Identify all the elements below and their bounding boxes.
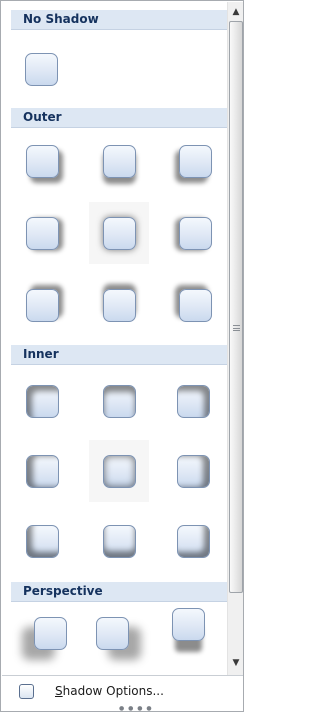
shadow-preview-tile: [177, 385, 210, 418]
shadow-preset-outer-5[interactable]: [89, 202, 149, 264]
shadow-preview-tile: [25, 53, 58, 86]
shadow-options-menu-item[interactable]: Shadow Options...: [55, 683, 164, 699]
shadow-preview-tile: [26, 145, 59, 178]
shadow-preset-outer-3[interactable]: [162, 132, 222, 194]
shadow-preview-tile: [179, 145, 212, 178]
resize-grip-icon[interactable]: ● ● ● ●: [119, 706, 153, 712]
shadow-options-mnemonic: S: [55, 684, 63, 698]
shadow-preset-outer-4[interactable]: [11, 202, 71, 264]
shadow-preview-tile: [26, 525, 59, 558]
shadow-preset-inner-9[interactable]: [162, 510, 222, 572]
shadow-preset-inner-6[interactable]: [162, 440, 222, 502]
shadow-preset-outer-1[interactable]: [11, 132, 71, 194]
shadow-preset-inner-4[interactable]: [11, 440, 71, 502]
vertical-scrollbar[interactable]: ▲ ▼: [227, 2, 243, 675]
shadow-preset-inner-1[interactable]: [11, 370, 71, 432]
shadow-preview-tile: [34, 617, 67, 650]
shadow-preview-tile: [26, 289, 59, 322]
scrollbar-thumb[interactable]: [229, 21, 243, 593]
section-header-inner: Inner: [11, 345, 227, 365]
scroll-grip-icon: [233, 325, 240, 331]
shadow-preset-outer-8[interactable]: [89, 272, 149, 334]
shadow-preview-tile: [179, 289, 212, 322]
shadow-preset-perspective-1[interactable]: [11, 606, 71, 674]
shadow-preset-perspective-2[interactable]: [89, 606, 149, 674]
shadow-preview-tile: [103, 289, 136, 322]
section-header-perspective: Perspective: [11, 582, 227, 602]
shadow-gallery: No Shadow Outer Inner Perspective ▲ ▼ Sh…: [0, 0, 244, 712]
shadow-preview-tile: [179, 217, 212, 250]
shadow-preview-tile: [103, 455, 136, 488]
shadow-options-icon: [19, 684, 34, 699]
shadow-preview-tile: [103, 525, 136, 558]
section-header-no-shadow: No Shadow: [11, 10, 227, 30]
shadow-preset-outer-6[interactable]: [162, 202, 222, 264]
shadow-preview-tile: [177, 455, 210, 488]
shadow-preview-tile: [26, 217, 59, 250]
shadow-preview-tile: [26, 455, 59, 488]
shadow-preview-tile: [172, 608, 205, 641]
shadow-preview-tile: [177, 525, 210, 558]
gallery-content: No Shadow Outer Inner Perspective: [2, 2, 227, 675]
shadow-preset-inner-5[interactable]: [89, 440, 149, 502]
shadow-preset-outer-9[interactable]: [162, 272, 222, 334]
gallery-footer: Shadow Options... ● ● ● ●: [2, 675, 243, 712]
shadow-preset-inner-7[interactable]: [11, 510, 71, 572]
shadow-preset-outer-7[interactable]: [11, 272, 71, 334]
shadow-preview-tile: [103, 385, 136, 418]
scroll-down-arrow-icon[interactable]: ▼: [228, 654, 243, 671]
shadow-preset-inner-8[interactable]: [89, 510, 149, 572]
shadow-preset-inner-3[interactable]: [162, 370, 222, 432]
shadow-preview-tile: [103, 145, 136, 178]
shadow-options-label: hadow Options...: [62, 684, 164, 698]
scroll-up-arrow-icon[interactable]: ▲: [228, 3, 243, 20]
shadow-preview-tile: [103, 217, 136, 250]
shadow-preset-perspective-3[interactable]: [162, 606, 222, 674]
shadow-preview-tile: [96, 617, 129, 650]
shadow-preview-tile: [26, 385, 59, 418]
shadow-preset-no-shadow[interactable]: [11, 39, 71, 101]
shadow-preset-outer-2[interactable]: [89, 132, 149, 194]
section-header-outer: Outer: [11, 108, 227, 128]
shadow-preset-inner-2[interactable]: [89, 370, 149, 432]
